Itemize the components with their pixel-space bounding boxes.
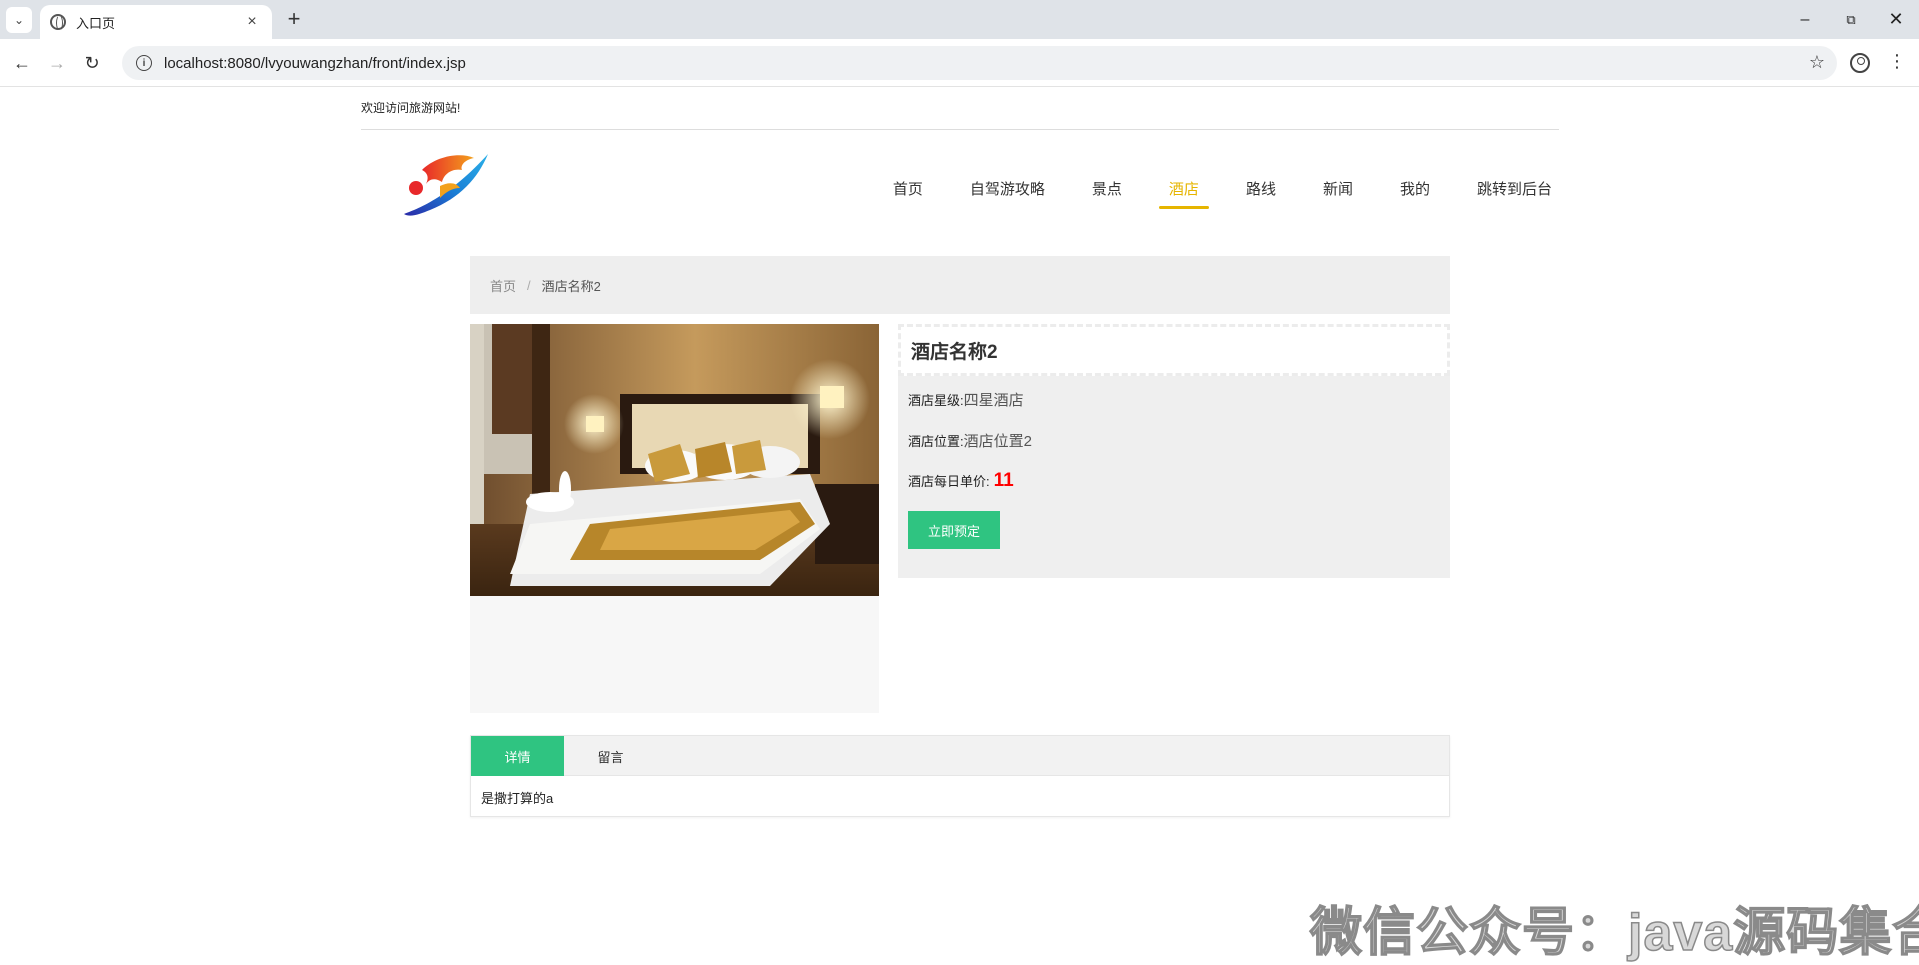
forward-arrow-icon[interactable]: → — [43, 49, 71, 77]
location-value: 酒店位置2 — [963, 433, 1032, 450]
browser-tab[interactable]: 入口页 × — [40, 5, 272, 39]
nav-mine[interactable]: 我的 — [1400, 178, 1430, 209]
hotel-image-panel — [470, 324, 879, 713]
nav-road-trip-guide[interactable]: 自驾游攻略 — [970, 178, 1045, 209]
more-menu-icon[interactable]: ⋮ — [1888, 51, 1906, 72]
url-text[interactable]: localhost:8080/lvyouwangzhan/front/index… — [164, 55, 466, 72]
nav-attractions[interactable]: 景点 — [1092, 178, 1122, 209]
hotel-room-image — [470, 324, 879, 596]
tab-list-chevron-icon[interactable]: ⌄ — [6, 7, 32, 33]
detail-content: 是撒打算的a — [481, 791, 554, 806]
address-bar: ← → ↻ i localhost:8080/lvyouwangzhan/fro… — [0, 39, 1919, 87]
breadcrumb-current: 酒店名称2 — [541, 278, 601, 294]
price-label: 酒店每日单价: — [908, 474, 990, 489]
close-tab-icon[interactable]: × — [242, 13, 262, 31]
new-tab-plus-icon[interactable]: + — [282, 8, 306, 32]
star-value: 四星酒店 — [963, 392, 1024, 409]
breadcrumb-home[interactable]: 首页 — [490, 276, 516, 295]
back-arrow-icon[interactable]: ← — [8, 49, 36, 77]
nav-home[interactable]: 首页 — [893, 178, 923, 209]
hotel-location-row: 酒店位置: 酒店位置2 — [908, 430, 1032, 451]
welcome-text: 欢迎访问旅游网站! — [361, 101, 461, 115]
hotel-star-row: 酒店星级: 四星酒店 — [908, 389, 1024, 410]
watermark-text: 微信公众号：java源码集合 — [1309, 903, 1919, 963]
header-divider — [361, 129, 1559, 130]
detail-tab-box: 详情 留言 是撒打算的a — [470, 735, 1450, 817]
price-value: 11 — [993, 470, 1014, 491]
location-label: 酒店位置: — [908, 434, 964, 449]
minimize-icon[interactable]: – — [1782, 0, 1828, 39]
globe-icon — [50, 14, 66, 31]
main-nav: 首页 自驾游攻略 景点 酒店 路线 新闻 我的 跳转到后台 — [846, 178, 1552, 209]
hotel-info-panel: 酒店名称2 酒店星级: 四星酒店 酒店位置: 酒店位置2 酒店每日单价: 11 … — [898, 324, 1450, 578]
nav-admin[interactable]: 跳转到后台 — [1477, 178, 1552, 209]
tab-details[interactable]: 详情 — [471, 736, 564, 776]
site-logo[interactable] — [400, 148, 492, 220]
url-omnibox[interactable]: i localhost:8080/lvyouwangzhan/front/ind… — [122, 46, 1837, 80]
page-content: 欢迎访问旅游网站! 首页 自驾游攻略 景点 酒店 路线 新闻 我的 跳转到后台 — [0, 88, 1919, 963]
reload-icon[interactable]: ↻ — [78, 49, 106, 77]
breadcrumb: 首页 / 酒店名称2 — [470, 256, 1450, 314]
window-close-icon[interactable]: ✕ — [1873, 0, 1919, 39]
tab-title: 入口页 — [76, 15, 116, 31]
nav-news[interactable]: 新闻 — [1323, 178, 1353, 209]
profile-icon[interactable] — [1850, 53, 1870, 73]
detail-tabs: 详情 留言 — [471, 736, 1449, 776]
bookmark-star-icon[interactable]: ☆ — [1809, 52, 1825, 73]
tab-comments[interactable]: 留言 — [564, 736, 657, 776]
star-label: 酒店星级: — [908, 393, 964, 408]
book-now-button[interactable]: 立即预定 — [908, 511, 1000, 549]
breadcrumb-separator: / — [527, 277, 531, 293]
hotel-price-row: 酒店每日单价: 11 — [908, 470, 1014, 492]
nav-routes[interactable]: 路线 — [1246, 178, 1276, 209]
restore-icon[interactable]: ⧉ — [1828, 0, 1874, 39]
nav-hotels[interactable]: 酒店 — [1158, 178, 1209, 209]
hotel-name: 酒店名称2 — [898, 324, 1450, 376]
browser-tab-bar: ⌄ 入口页 × + – ⧉ ✕ — [0, 0, 1919, 39]
site-info-icon[interactable]: i — [136, 55, 152, 71]
